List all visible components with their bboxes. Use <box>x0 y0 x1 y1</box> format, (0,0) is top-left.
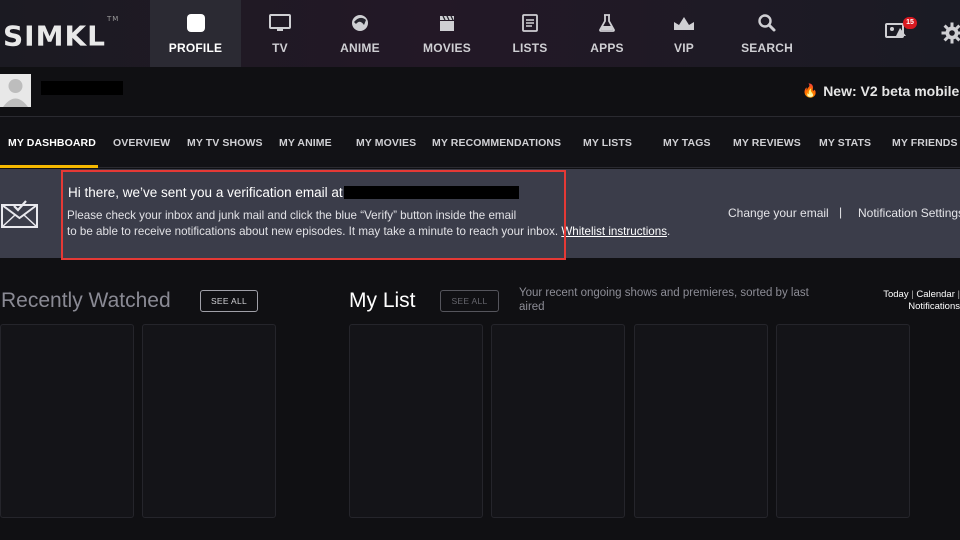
nav-movies[interactable]: MOVIES <box>419 0 475 67</box>
user-header: 🔥 New: V2 beta mobile <box>0 67 960 117</box>
tab-my-dashboard[interactable]: MY DASHBOARD <box>8 137 96 149</box>
recently-watched-card[interactable] <box>0 324 134 518</box>
my-list-title: My List <box>349 289 416 312</box>
my-list-card[interactable] <box>349 324 483 518</box>
beta-link-text: New: V2 beta mobile <box>823 83 960 99</box>
crown-icon <box>672 12 696 34</box>
tab-my-tv-shows[interactable]: MY TV SHOWS <box>187 137 263 149</box>
link-separator: | <box>839 205 843 219</box>
my-list-card[interactable] <box>776 324 910 518</box>
logo-text: SIMKL <box>3 19 106 53</box>
profile-square-icon <box>184 12 208 34</box>
recently-watched-card[interactable] <box>142 324 276 518</box>
top-navigation: SIMKLTM PROFILE TV ANIME MOVIES LISTS AP… <box>0 0 960 67</box>
tab-my-lists[interactable]: MY LISTS <box>583 137 632 149</box>
active-tab-indicator <box>0 165 98 168</box>
tab-my-recommendations[interactable]: MY RECOMMENDATIONS <box>432 137 561 149</box>
tab-my-stats[interactable]: MY STATS <box>819 137 871 149</box>
nav-label: APPS <box>590 41 624 55</box>
nav-label: TV <box>272 41 288 55</box>
tab-my-reviews[interactable]: MY REVIEWS <box>733 137 801 149</box>
tab-my-movies[interactable]: MY MOVIES <box>356 137 416 149</box>
recently-watched-title: Recently Watched <box>1 289 171 312</box>
beta-mobile-link[interactable]: 🔥 New: V2 beta mobile <box>802 83 959 99</box>
flask-icon <box>595 12 619 34</box>
tv-icon <box>268 12 292 34</box>
my-list-description: Your recent ongoing shows and premieres,… <box>519 287 809 313</box>
nav-vip[interactable]: VIP <box>669 0 699 67</box>
default-avatar-icon <box>3 79 28 107</box>
nav-label: ANIME <box>340 41 380 55</box>
search-icon <box>755 12 779 34</box>
my-list-card[interactable] <box>634 324 768 518</box>
simkl-logo[interactable]: SIMKLTM <box>3 15 120 53</box>
calendar-links: Today | Calendar | Notifications <box>870 289 960 313</box>
whitelist-instructions-link[interactable]: Whitelist instructions <box>561 225 667 238</box>
clapperboard-icon <box>435 12 459 34</box>
dashboard-tabs: MY DASHBOARD OVERVIEW MY TV SHOWS MY ANI… <box>0 117 960 168</box>
nav-tv[interactable]: TV <box>258 0 302 67</box>
nav-search[interactable]: SEARCH <box>740 0 794 67</box>
my-list-see-all-button[interactable]: SEE ALL <box>440 290 499 312</box>
notifications-link[interactable]: Notifications <box>908 301 960 312</box>
notification-badge: 15 <box>903 17 917 29</box>
nav-label: SEARCH <box>741 41 793 55</box>
nav-anime[interactable]: ANIME <box>333 0 387 67</box>
gear-icon <box>941 22 960 44</box>
avatar[interactable] <box>0 74 31 107</box>
nav-profile[interactable]: PROFILE <box>150 0 241 67</box>
nav-apps[interactable]: APPS <box>587 0 627 67</box>
nav-label: PROFILE <box>168 41 223 55</box>
change-email-link[interactable]: Change your email <box>728 206 829 220</box>
tab-my-anime[interactable]: MY ANIME <box>279 137 332 149</box>
recently-watched-see-all-button[interactable]: SEE ALL <box>200 290 258 312</box>
my-list-card[interactable] <box>491 324 625 518</box>
pipe-separator: | <box>911 289 914 300</box>
list-icon <box>518 12 542 34</box>
highlight-box <box>61 170 566 260</box>
today-link[interactable]: Today <box>883 289 908 300</box>
notification-settings-link[interactable]: Notification Settings <box>858 206 960 220</box>
anime-icon <box>348 12 372 34</box>
fire-icon: 🔥 <box>802 83 819 98</box>
nav-label: LISTS <box>512 41 548 55</box>
settings-button[interactable] <box>940 21 960 45</box>
username-redacted[interactable] <box>41 81 123 95</box>
tab-overview[interactable]: OVERVIEW <box>113 137 170 149</box>
mail-check-icon <box>0 192 40 232</box>
nav-lists[interactable]: LISTS <box>509 0 551 67</box>
nav-label: MOVIES <box>423 41 471 55</box>
trademark: TM <box>107 15 120 23</box>
tab-my-tags[interactable]: MY TAGS <box>663 137 711 149</box>
tab-my-friends[interactable]: MY FRIENDS <box>892 137 958 149</box>
calendar-link[interactable]: Calendar <box>916 289 955 300</box>
nav-label: VIP <box>674 41 694 55</box>
